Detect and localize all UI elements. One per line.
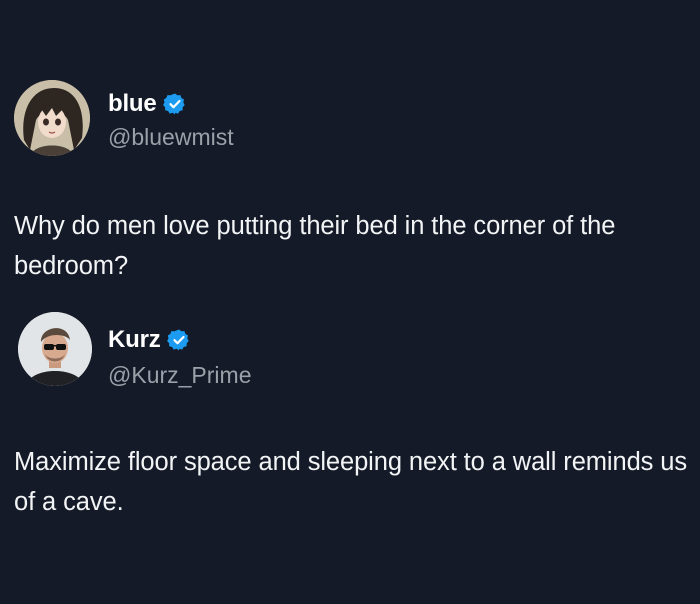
tweet-text: Why do men love putting their bed in the… xyxy=(14,212,616,280)
tweet-post: blue @bluewmist Why do men love putting … xyxy=(0,78,700,280)
avatar[interactable] xyxy=(18,312,92,386)
verified-badge-icon xyxy=(162,92,187,116)
user-handle[interactable]: @Kurz_Prime xyxy=(108,362,252,389)
tweet-text: Maximize floor space and sleeping next t… xyxy=(14,448,688,516)
avatar[interactable] xyxy=(14,80,90,156)
user-handle[interactable]: @bluewmist xyxy=(108,124,234,151)
name-row: blue xyxy=(108,90,187,118)
verified-badge-icon xyxy=(166,328,191,352)
man-with-sunglasses-avatar-icon xyxy=(18,312,92,386)
display-name[interactable]: blue xyxy=(108,90,157,118)
name-row: Kurz xyxy=(108,326,191,354)
tweet-post: Kurz @Kurz_Prime Maximize floor space an… xyxy=(0,312,700,516)
tweet-header: blue @bluewmist xyxy=(0,78,700,168)
tweet-header: Kurz @Kurz_Prime xyxy=(0,312,700,402)
anime-girl-avatar-icon xyxy=(14,80,90,156)
display-name[interactable]: Kurz xyxy=(108,326,161,354)
